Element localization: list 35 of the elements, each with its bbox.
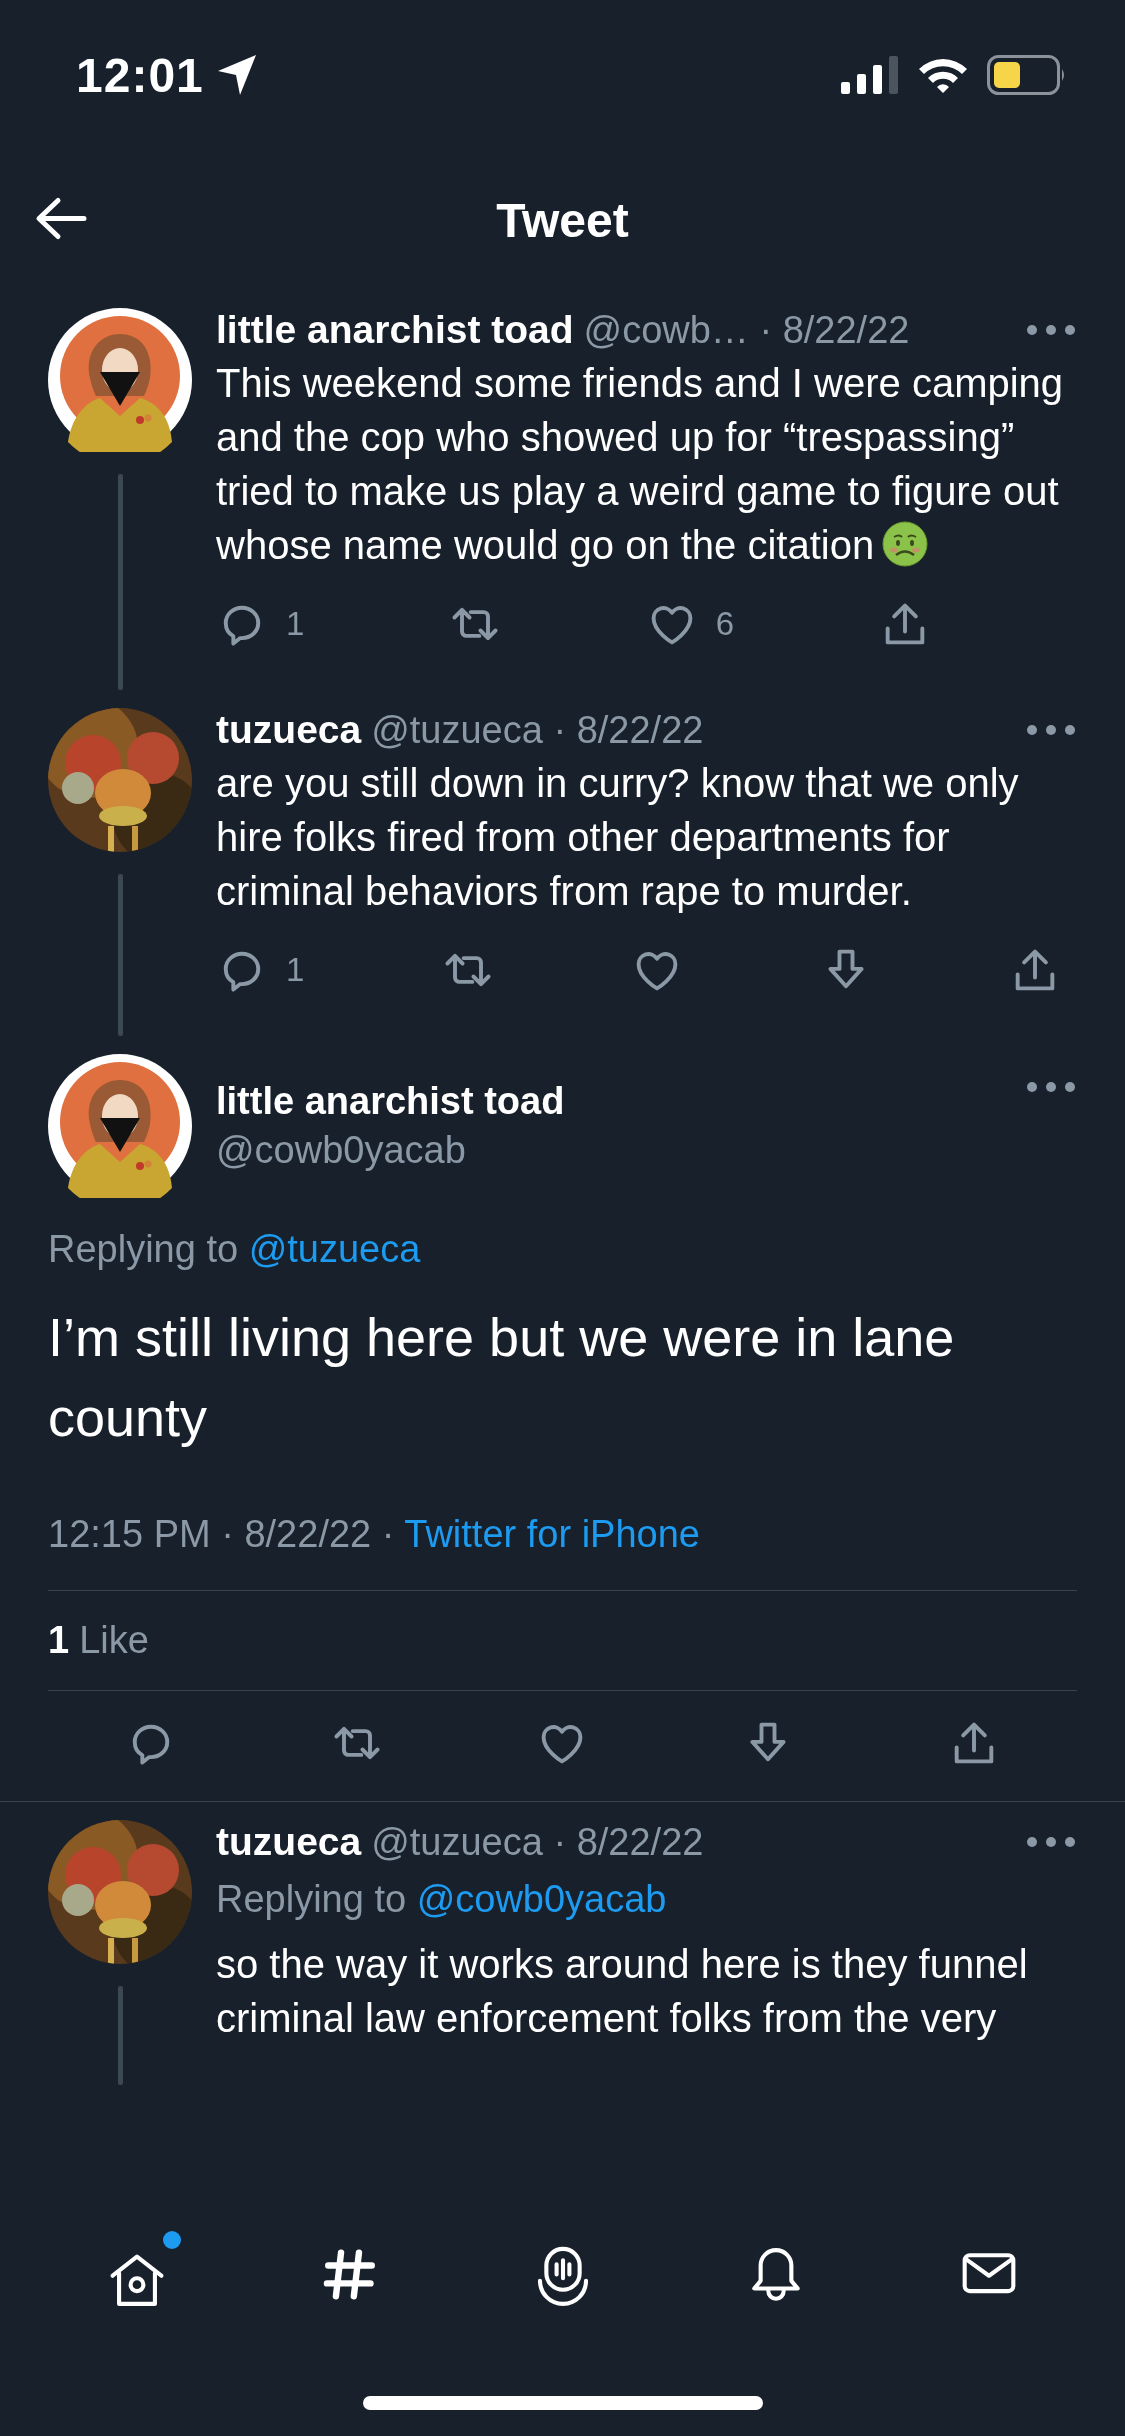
- mention-link[interactable]: @tuzueca: [248, 1228, 421, 1270]
- more-icon[interactable]: [1025, 723, 1077, 737]
- clock-time: 12:01: [76, 47, 204, 103]
- display-name[interactable]: tuzueca: [216, 708, 362, 752]
- tweet-timestamp: 12:15 PM · 8/22/22 ·: [48, 1513, 395, 1555]
- back-arrow-icon: [34, 195, 88, 242]
- nauseated-emoji-icon: [882, 521, 929, 567]
- tweet-text: are you still down in curry? know that we only hire folks fired from other departments for criminal behaviors from rape to murder.: [216, 761, 1019, 913]
- page-title: Tweet: [496, 192, 629, 248]
- replying-to-text: Replying to @cowb0yacab: [216, 1878, 668, 1921]
- wifi-icon: [917, 56, 969, 94]
- reply-count: 1: [286, 951, 305, 989]
- likes-label[interactable]: Like: [79, 1619, 149, 1662]
- more-icon[interactable]: [1025, 323, 1077, 337]
- source-link[interactable]: Twitter for iPhone: [404, 1513, 700, 1555]
- display-name[interactable]: little anarchist toad: [216, 308, 574, 352]
- handle-and-date: @tuzueca · 8/22/22: [371, 708, 705, 752]
- handle-and-date: @tuzueca · 8/22/22: [371, 1820, 705, 1864]
- handle: @cowb0yacab: [216, 1129, 467, 1172]
- like-total: 1: [48, 1619, 70, 1662]
- replying-to-text: Replying to @tuzueca: [48, 1228, 422, 1271]
- avatar-drawing[interactable]: [48, 308, 192, 452]
- like-count: 6: [715, 605, 735, 643]
- mention-link[interactable]: @cowb0yacab: [416, 1878, 667, 1920]
- signal-icon: [841, 56, 899, 94]
- handle-and-date: @cowb… · 8/22/22: [583, 308, 911, 352]
- battery-icon: [987, 55, 1067, 95]
- display-name[interactable]: tuzueca: [216, 1820, 362, 1864]
- tweet-text: I’m still living here but we were in lane county: [48, 1306, 956, 1449]
- more-icon[interactable]: [1025, 1080, 1077, 1094]
- reply-count: 1: [286, 605, 305, 643]
- more-icon[interactable]: [1025, 1835, 1077, 1849]
- display-name[interactable]: little anarchist toad: [216, 1080, 1001, 1123]
- tweet-text: so the way it works around here is they funnel criminal law enforcement folks from the very: [216, 1942, 1028, 2040]
- avatar-drawing[interactable]: [48, 1054, 192, 1198]
